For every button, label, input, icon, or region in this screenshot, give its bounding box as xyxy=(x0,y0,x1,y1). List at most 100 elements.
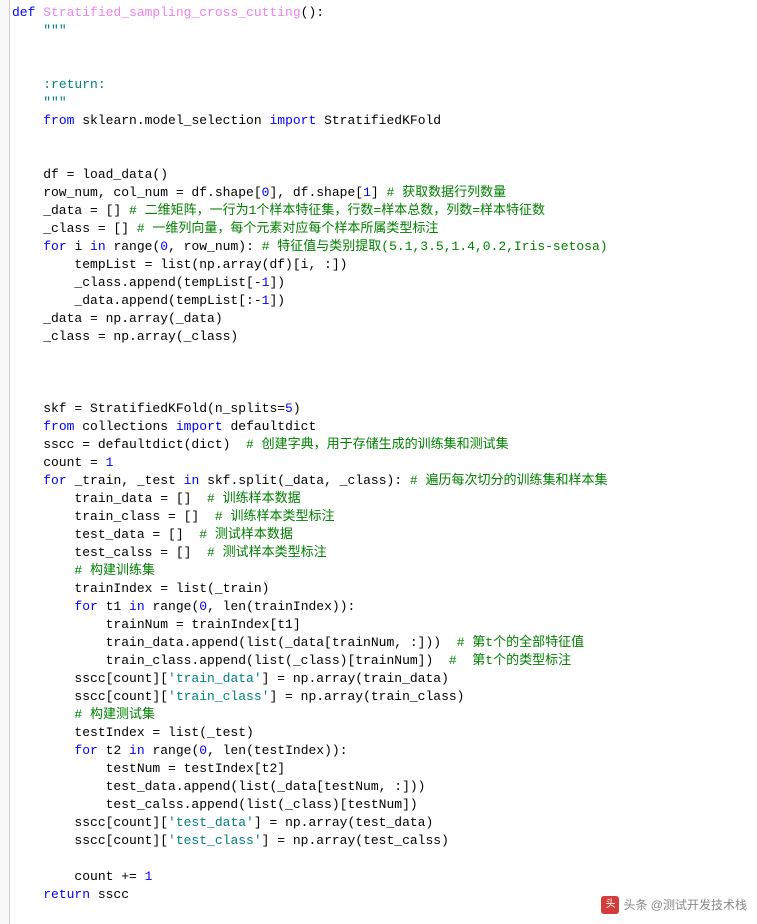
token: train_class = [] xyxy=(12,509,215,524)
token: test_data.append(list(_data[testNum, :])… xyxy=(12,779,425,794)
token: StratifiedKFold xyxy=(324,113,441,128)
token-cmt: # 获取数据行列数量 xyxy=(387,185,507,200)
code-line: trainIndex = list(_train) xyxy=(12,580,757,598)
token: ] = np.array(test_calss) xyxy=(262,833,449,848)
token-str: """ xyxy=(43,95,66,110)
code-line xyxy=(12,382,757,400)
code-line: trainNum = trainIndex[t1] xyxy=(12,616,757,634)
code-line: # 构建测试集 xyxy=(12,706,757,724)
token: testIndex = list(_test) xyxy=(12,725,254,740)
token-num: 1 xyxy=(363,185,371,200)
token: row_num, col_num = df.shape[ xyxy=(12,185,262,200)
code-line: _class = np.array(_class) xyxy=(12,328,757,346)
token: sscc[count][ xyxy=(12,815,168,830)
token: , row_num): xyxy=(168,239,262,254)
token-kw: def xyxy=(12,5,43,20)
code-line xyxy=(12,346,757,364)
code-line: def Stratified_sampling_cross_cutting(): xyxy=(12,4,757,22)
token: tempList = list(np.array(df)[i, :]) xyxy=(12,257,347,272)
token: ] xyxy=(371,185,387,200)
token xyxy=(12,563,74,578)
code-line: test_data = [] # 测试样本数据 xyxy=(12,526,757,544)
token: count += xyxy=(12,869,145,884)
code-line xyxy=(12,130,757,148)
code-line: tempList = list(np.array(df)[i, :]) xyxy=(12,256,757,274)
token: range( xyxy=(152,743,199,758)
token-num: 1 xyxy=(106,455,114,470)
token-str: :return: xyxy=(43,77,105,92)
token-kw: in xyxy=(129,599,152,614)
watermark-logo-icon: 头 xyxy=(601,896,619,914)
token: ]) xyxy=(269,275,285,290)
token xyxy=(12,887,43,902)
token-kw: from xyxy=(43,113,82,128)
token: , len(testIndex)): xyxy=(207,743,347,758)
token-cmt: # 构建训练集 xyxy=(74,563,155,578)
token-kw: in xyxy=(184,473,207,488)
token: range( xyxy=(152,599,199,614)
token-kw: for xyxy=(74,743,105,758)
token: train_data = [] xyxy=(12,491,207,506)
token: collections xyxy=(82,419,176,434)
token: count = xyxy=(12,455,106,470)
code-line: row_num, col_num = df.shape[0], df.shape… xyxy=(12,184,757,202)
token-fn: Stratified_sampling_cross_cutting xyxy=(43,5,300,20)
token: df = load_data() xyxy=(12,167,168,182)
token xyxy=(12,599,74,614)
code-line: for t2 in range(0, len(testIndex)): xyxy=(12,742,757,760)
code-line: sscc[count]['train_data'] = np.array(tra… xyxy=(12,670,757,688)
token-cmt: # 二维矩阵，一行为1个样本特征集，行数=样本总数，列数=样本特征数 xyxy=(129,203,545,218)
token-cmt: # 测试样本数据 xyxy=(199,527,293,542)
code-line: _class.append(tempList[-1]) xyxy=(12,274,757,292)
token-kw: import xyxy=(269,113,324,128)
token-kw: in xyxy=(90,239,113,254)
token-str: """ xyxy=(43,23,66,38)
token: sscc[count][ xyxy=(12,671,168,686)
token: _data = np.array(_data) xyxy=(12,311,223,326)
code-line: count += 1 xyxy=(12,868,757,886)
token: _train, _test xyxy=(74,473,183,488)
watermark: 头 头条 @测试开发技术栈 xyxy=(601,896,747,914)
token-cmt: # 第t个的全部特征值 xyxy=(457,635,584,650)
token: test_data = [] xyxy=(12,527,199,542)
token: sscc[count][ xyxy=(12,833,168,848)
token: _class = [] xyxy=(12,221,137,236)
token-kw: in xyxy=(129,743,152,758)
token: (): xyxy=(301,5,324,20)
code-line: train_data = [] # 训练样本数据 xyxy=(12,490,757,508)
editor-gutter xyxy=(0,0,10,924)
token: ] = np.array(train_data) xyxy=(262,671,449,686)
token: train_data.append(list(_data[trainNum, :… xyxy=(12,635,457,650)
token-num: 0 xyxy=(199,599,207,614)
token-str: 'train_data' xyxy=(168,671,262,686)
token xyxy=(12,743,74,758)
token-str: 'test_data' xyxy=(168,815,254,830)
code-line: testNum = testIndex[t2] xyxy=(12,760,757,778)
code-line: count = 1 xyxy=(12,454,757,472)
token: skf = StratifiedKFold(n_splits= xyxy=(12,401,285,416)
token: sscc[count][ xyxy=(12,689,168,704)
code-line: train_data.append(list(_data[trainNum, :… xyxy=(12,634,757,652)
token xyxy=(12,473,43,488)
token: ]) xyxy=(269,293,285,308)
token-cmt: # 创建字典，用于存储生成的训练集和测试集 xyxy=(246,437,509,452)
code-line: test_calss = [] # 测试样本类型标注 xyxy=(12,544,757,562)
token: sscc xyxy=(98,887,129,902)
token: range( xyxy=(113,239,160,254)
token: ], df.shape[ xyxy=(269,185,363,200)
token: ] = np.array(train_class) xyxy=(269,689,464,704)
token: i xyxy=(74,239,90,254)
token-cmt: # 训练样本数据 xyxy=(207,491,301,506)
code-line: train_class.append(list(_class)[trainNum… xyxy=(12,652,757,670)
token-kw: for xyxy=(43,239,74,254)
token xyxy=(12,707,74,722)
token-cmt: # 训练样本类型标注 xyxy=(215,509,335,524)
token-num: 1 xyxy=(145,869,153,884)
token: , len(trainIndex)): xyxy=(207,599,355,614)
token-cmt: # 一维列向量，每个元素对应每个样本所属类型标注 xyxy=(137,221,439,236)
token-num: 5 xyxy=(285,401,293,416)
token-kw: for xyxy=(74,599,105,614)
token: _data.append(tempList[:- xyxy=(12,293,262,308)
token-num: 0 xyxy=(199,743,207,758)
code-line: for t1 in range(0, len(trainIndex)): xyxy=(12,598,757,616)
